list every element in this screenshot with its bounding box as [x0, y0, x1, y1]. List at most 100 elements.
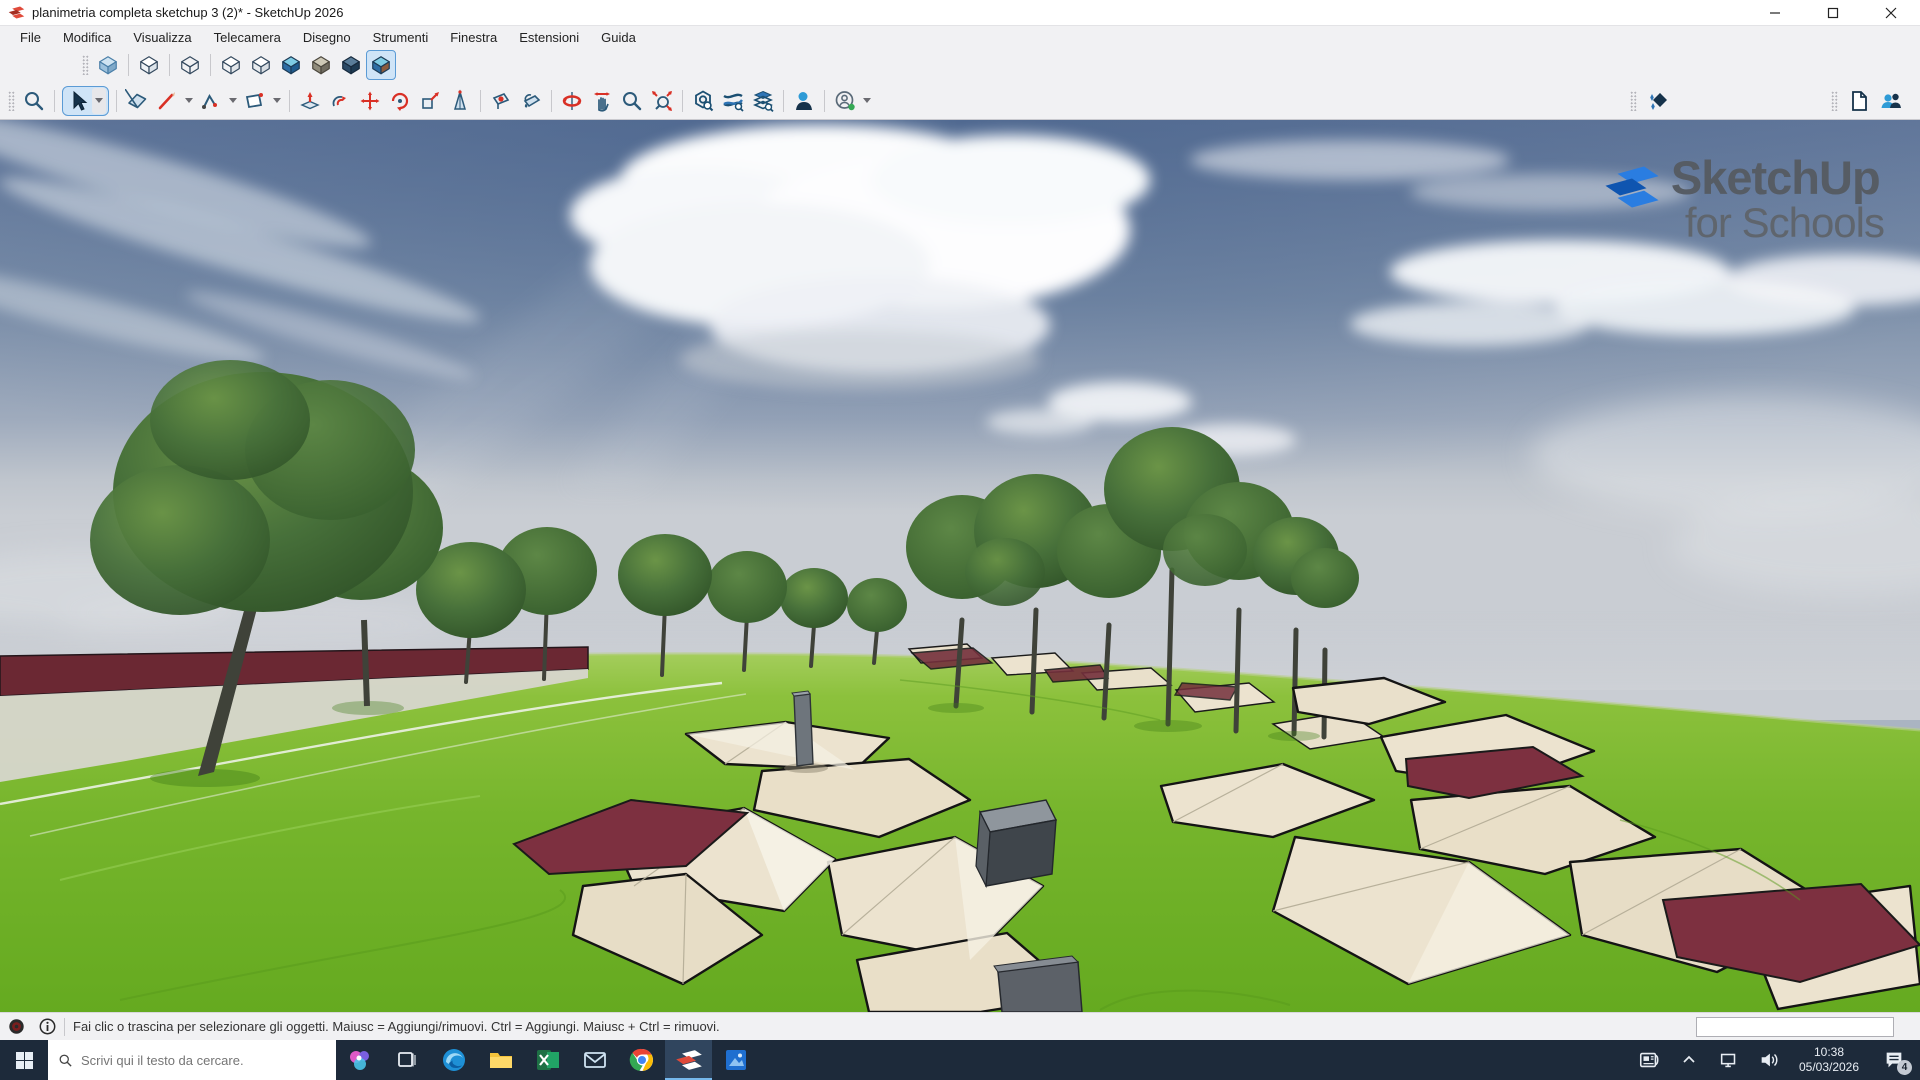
position-camera-tool[interactable] [486, 86, 516, 116]
style-shaded-textures-button[interactable] [276, 50, 306, 80]
menu-bar: File Modifica Visualizza Telecamera Dise… [0, 26, 1920, 48]
style-textured-selected-button[interactable] [366, 50, 396, 80]
menu-file[interactable]: File [10, 28, 51, 47]
clock-time: 10:38 [1792, 1045, 1866, 1060]
menu-disegno[interactable]: Disegno [293, 28, 361, 47]
toolbar-separator [289, 90, 290, 112]
style-hidden-line-button[interactable] [216, 50, 246, 80]
toolbar-separator [682, 90, 683, 112]
search-icon [58, 1053, 73, 1068]
paint-bucket-tool[interactable] [516, 86, 546, 116]
info-icon[interactable] [39, 1018, 56, 1035]
arc-tool-dropdown[interactable] [229, 98, 237, 103]
zoom-tool[interactable] [617, 86, 647, 116]
styles-toolbar [0, 48, 1920, 82]
toolbar-drag-handle[interactable] [8, 91, 15, 111]
line-tool[interactable] [152, 86, 182, 116]
taskbar-app-mail[interactable] [571, 1040, 618, 1080]
taskbar-app-colorful[interactable] [336, 1040, 383, 1080]
3d-warehouse-tool[interactable] [718, 86, 748, 116]
zoom-extents-tool[interactable] [647, 86, 677, 116]
eraser-tool[interactable] [122, 86, 152, 116]
style-dark-button[interactable] [336, 50, 366, 80]
line-tool-dropdown[interactable] [185, 98, 193, 103]
tape-measure-tool[interactable] [445, 86, 475, 116]
collaborators-tool[interactable] [1876, 86, 1906, 116]
taskbar-app-chrome[interactable] [618, 1040, 665, 1080]
toolbar-drag-handle[interactable] [1831, 91, 1838, 111]
watermark-line1: SketchUp [1671, 154, 1884, 201]
style-shaded-button[interactable] [246, 50, 276, 80]
volume-icon[interactable] [1752, 1040, 1786, 1080]
follow-me-tool[interactable] [325, 86, 355, 116]
select-tool-active [62, 86, 109, 116]
statusbar-separator [64, 1018, 65, 1036]
taskbar-app-sketchup[interactable] [665, 1040, 712, 1080]
sparkles-tool[interactable] [1643, 86, 1673, 116]
network-icon[interactable] [1712, 1040, 1746, 1080]
status-message: Fai clic o trascina per selezionare gli … [73, 1019, 720, 1034]
taskbar-app-edge[interactable] [430, 1040, 477, 1080]
move-tool[interactable] [355, 86, 385, 116]
taskbar-clock[interactable]: 10:38 05/03/2026 [1792, 1045, 1866, 1075]
close-button[interactable] [1862, 0, 1920, 26]
search-extensions-tool[interactable] [688, 86, 718, 116]
orbit-tool[interactable] [557, 86, 587, 116]
menu-visualizza[interactable]: Visualizza [123, 28, 201, 47]
menu-guida[interactable]: Guida [591, 28, 646, 47]
arc-tool[interactable] [196, 86, 226, 116]
rotate-tool[interactable] [385, 86, 415, 116]
style-back-edges-button[interactable] [134, 50, 164, 80]
toolbar-separator [783, 90, 784, 112]
select-tool[interactable] [65, 88, 91, 114]
window-title: planimetria completa sketchup 3 (2)* - S… [32, 5, 343, 20]
document-tool[interactable] [1844, 86, 1874, 116]
taskbar-app-excel[interactable] [524, 1040, 571, 1080]
menu-estensioni[interactable]: Estensioni [509, 28, 589, 47]
rectangle-tool-dropdown[interactable] [273, 98, 281, 103]
minimize-button[interactable] [1746, 0, 1804, 26]
push-pull-tool[interactable] [295, 86, 325, 116]
menu-strumenti[interactable]: Strumenti [363, 28, 439, 47]
taskbar-app-photos[interactable] [712, 1040, 759, 1080]
toolbar-separator [116, 90, 117, 112]
toolbar-drag-handle[interactable] [82, 55, 89, 75]
taskbar: 10:38 05/03/2026 4 [0, 1040, 1920, 1080]
start-button[interactable] [0, 1040, 48, 1080]
style-x-ray-button[interactable] [93, 50, 123, 80]
status-bar: Fai clic o trascina per selezionare gli … [0, 1012, 1920, 1040]
taskbar-search[interactable] [48, 1040, 336, 1080]
menu-telecamera[interactable]: Telecamera [204, 28, 291, 47]
news-widget-icon[interactable] [1632, 1040, 1666, 1080]
taskbar-app-task-view[interactable] [383, 1040, 430, 1080]
person-tool[interactable] [789, 86, 819, 116]
scale-tool[interactable] [415, 86, 445, 116]
taskbar-search-input[interactable] [81, 1053, 311, 1068]
account-button[interactable] [830, 86, 860, 116]
rectangle-tool[interactable] [240, 86, 270, 116]
sketchup-logo-icon [1603, 158, 1661, 216]
tray-chevron-up-icon[interactable] [1672, 1040, 1706, 1080]
measurements-input[interactable] [1696, 1017, 1894, 1037]
menu-modifica[interactable]: Modifica [53, 28, 121, 47]
pan-tool[interactable] [587, 86, 617, 116]
account-dropdown[interactable] [863, 98, 871, 103]
style-monochrome-button[interactable] [306, 50, 336, 80]
toolbar-separator [824, 90, 825, 112]
maximize-button[interactable] [1804, 0, 1862, 26]
title-bar: planimetria completa sketchup 3 (2)* - S… [0, 0, 1920, 26]
menu-finestra[interactable]: Finestra [440, 28, 507, 47]
toolbar-separator [551, 90, 552, 112]
components-tool[interactable] [748, 86, 778, 116]
geolocation-status-icon[interactable] [8, 1018, 25, 1035]
action-center-icon[interactable]: 4 [1872, 1040, 1916, 1080]
search-tool[interactable] [19, 86, 49, 116]
toolbar-separator [128, 54, 129, 76]
select-tool-dropdown[interactable] [92, 88, 106, 114]
taskbar-app-file-explorer[interactable] [477, 1040, 524, 1080]
style-wireframe-button[interactable] [175, 50, 205, 80]
toolbar-drag-handle[interactable] [1630, 91, 1637, 111]
sketchup-for-schools-watermark: SketchUp for Schools [1603, 154, 1884, 245]
viewport[interactable]: SketchUp for Schools [0, 120, 1920, 1012]
toolbar-separator [54, 90, 55, 112]
